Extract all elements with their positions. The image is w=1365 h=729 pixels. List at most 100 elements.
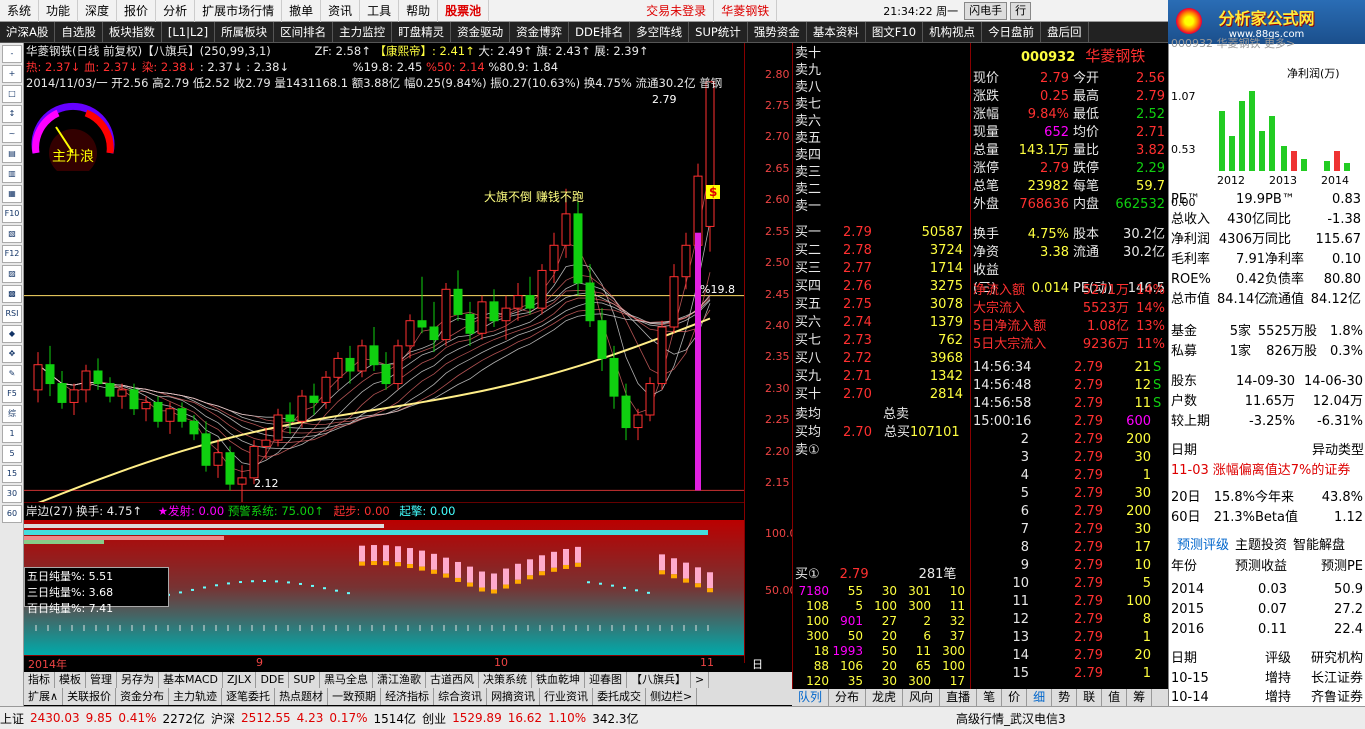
indicator-tab-3[interactable]: 另存为 xyxy=(117,672,159,688)
menu-item-4[interactable]: 分析 xyxy=(156,0,196,22)
indicator-tab-14[interactable]: 【八旗兵】 xyxy=(627,672,691,688)
indicator-tab-6[interactable]: DDE xyxy=(256,672,290,688)
buy-row[interactable]: 买六 2.74 1379 xyxy=(795,314,969,332)
ext-tab-10[interactable]: 行业资讯 xyxy=(540,688,594,705)
ob-tab-4[interactable]: 直播 xyxy=(940,689,978,706)
tool-icon-12[interactable]: ▩ xyxy=(2,285,22,303)
tab-15[interactable]: 图文F10 xyxy=(866,22,924,42)
tool-icon-8[interactable]: F10 xyxy=(2,205,22,223)
indicator-tab-11[interactable]: 决策系统 xyxy=(479,672,532,688)
tab-10[interactable]: DDE排名 xyxy=(569,22,631,42)
tab-11[interactable]: 多空阵线 xyxy=(630,22,690,42)
tab-16[interactable]: 机构视点 xyxy=(923,22,983,42)
menu-item-3[interactable]: 报价 xyxy=(117,0,157,22)
menu-item-0[interactable]: 系统 xyxy=(0,0,40,22)
tool-icon-1[interactable]: + xyxy=(2,65,22,83)
tool-icon-4[interactable]: ~ xyxy=(2,125,22,143)
tab-7[interactable]: 盯盘精灵 xyxy=(392,22,452,42)
indicator-tab-9[interactable]: 潇江渔歌 xyxy=(373,672,426,688)
tool-icon-10[interactable]: F12 xyxy=(2,245,22,263)
ob-tab-2[interactable]: 龙虎 xyxy=(866,689,904,706)
ext-tab-4[interactable]: 逐笔委托 xyxy=(222,688,276,705)
tool-icon-17[interactable]: F5 xyxy=(2,385,22,403)
buy-row[interactable]: 买五 2.75 3078 xyxy=(795,296,969,314)
ext-tab-6[interactable]: 一致预期 xyxy=(328,688,382,705)
q-tab-0[interactable]: 笔 xyxy=(977,689,1003,706)
tool-icon-9[interactable]: ▧ xyxy=(2,225,22,243)
buy-row[interactable]: 买四 2.76 3275 xyxy=(795,278,969,296)
tool-icon-15[interactable]: ✥ xyxy=(2,345,22,363)
tool-icon-5[interactable]: ▤ xyxy=(2,145,22,163)
menu-stock-pool[interactable]: 股票池 xyxy=(438,0,490,22)
ext-tab-2[interactable]: 资金分布 xyxy=(116,688,170,705)
ob-tab-3[interactable]: 风向 xyxy=(903,689,941,706)
row-button[interactable]: 行 xyxy=(1010,1,1032,20)
indicator-tab-0[interactable]: 指标 xyxy=(24,672,55,688)
forecast-tab-2[interactable]: 智能解盘 xyxy=(1293,538,1345,553)
tool-icon-0[interactable]: - xyxy=(2,45,22,63)
menu-item-1[interactable]: 功能 xyxy=(39,0,79,22)
buy-row[interactable]: 买八 2.72 3968 xyxy=(795,350,969,368)
side-button[interactable]: 侧边栏> xyxy=(646,688,698,705)
menu-item-7[interactable]: 资讯 xyxy=(321,0,361,22)
forecast-tab-1[interactable]: 主题投资 xyxy=(1235,538,1287,553)
buy-row[interactable]: 买七 2.73 762 xyxy=(795,332,969,350)
tool-icon-19[interactable]: 1 xyxy=(2,425,22,443)
ext-tab-7[interactable]: 经济指标 xyxy=(381,688,435,705)
ext-tab-8[interactable]: 综合资讯 xyxy=(434,688,488,705)
tab-6[interactable]: 主力监控 xyxy=(333,22,393,42)
ext-tab-1[interactable]: 关联报价 xyxy=(63,688,117,705)
tool-icon-20[interactable]: 5 xyxy=(2,445,22,463)
tool-icon-11[interactable]: ▨ xyxy=(2,265,22,283)
forecast-tab-0[interactable]: 预测评级 xyxy=(1177,538,1229,553)
q-tab-1[interactable]: 价 xyxy=(1002,689,1028,706)
tab-14[interactable]: 基本资料 xyxy=(807,22,866,42)
ob-tab-1[interactable]: 分布 xyxy=(829,689,867,706)
buy-row[interactable]: 买九 2.71 1342 xyxy=(795,368,969,386)
server-label[interactable]: 高级行情_武汉电信3 xyxy=(956,710,1066,727)
tool-icon-14[interactable]: ◆ xyxy=(2,325,22,343)
menu-item-9[interactable]: 帮助 xyxy=(399,0,439,22)
tab-4[interactable]: 所属板块 xyxy=(215,22,275,42)
tool-icon-16[interactable]: ✎ xyxy=(2,365,22,383)
tab-1[interactable]: 自选股 xyxy=(55,22,103,42)
q-tab-2[interactable]: 细 xyxy=(1027,689,1053,706)
q-tab-6[interactable]: 筹 xyxy=(1127,689,1153,706)
ext-tab-3[interactable]: 主力轨迹 xyxy=(169,688,223,705)
menu-item-8[interactable]: 工具 xyxy=(360,0,400,22)
indicator-tab-8[interactable]: 黑马全息 xyxy=(320,672,373,688)
event-row[interactable]: 11-03 涨幅偏离值达7%的证券 xyxy=(1171,461,1364,481)
indicator-tab-15[interactable]: > xyxy=(691,672,710,688)
tool-icon-21[interactable]: 15 xyxy=(2,465,22,483)
tool-icon-6[interactable]: ▥ xyxy=(2,165,22,183)
tab-5[interactable]: 区间排名 xyxy=(274,22,334,42)
ext-tab-5[interactable]: 热点题材 xyxy=(275,688,329,705)
indicator-tab-4[interactable]: 基本MACD xyxy=(159,672,223,688)
buy-row[interactable]: 买十 2.70 2814 xyxy=(795,386,969,404)
tool-icon-22[interactable]: 30 xyxy=(2,485,22,503)
tool-icon-13[interactable]: RSI xyxy=(2,305,22,323)
tab-17[interactable]: 今日盘前 xyxy=(982,22,1042,42)
menu-item-5[interactable]: 扩展市场行情 xyxy=(195,0,283,22)
tab-9[interactable]: 资金博弈 xyxy=(510,22,570,42)
ob-tab-0[interactable]: 队列 xyxy=(792,689,830,706)
tab-18[interactable]: 盘后回 xyxy=(1041,22,1089,42)
indicator-tab-2[interactable]: 管理 xyxy=(86,672,117,688)
ext-tab-0[interactable]: 扩展∧ xyxy=(24,688,64,705)
tool-icon-7[interactable]: ▦ xyxy=(2,185,22,203)
tool-icon-23[interactable]: 60 xyxy=(2,505,22,523)
flash-button[interactable]: 闪电手 xyxy=(964,1,1008,20)
q-tab-4[interactable]: 联 xyxy=(1077,689,1103,706)
buy-row[interactable]: 买三 2.77 1714 xyxy=(795,260,969,278)
tool-icon-18[interactable]: 综 xyxy=(2,405,22,423)
indicator-tab-10[interactable]: 古道西风 xyxy=(426,672,479,688)
candlestick-svg[interactable] xyxy=(24,43,744,503)
tab-3[interactable]: [L1|L2] xyxy=(162,22,216,42)
tool-icon-2[interactable]: □ xyxy=(2,85,22,103)
ext-tab-9[interactable]: 网摘资讯 xyxy=(487,688,541,705)
menu-item-6[interactable]: 撤单 xyxy=(282,0,322,22)
indicator-tab-12[interactable]: 铁血乾坤 xyxy=(532,672,585,688)
indicator-tab-7[interactable]: SUP xyxy=(289,672,320,688)
tab-0[interactable]: 沪深A股 xyxy=(0,22,56,42)
indicator-tab-1[interactable]: 模板 xyxy=(55,672,86,688)
